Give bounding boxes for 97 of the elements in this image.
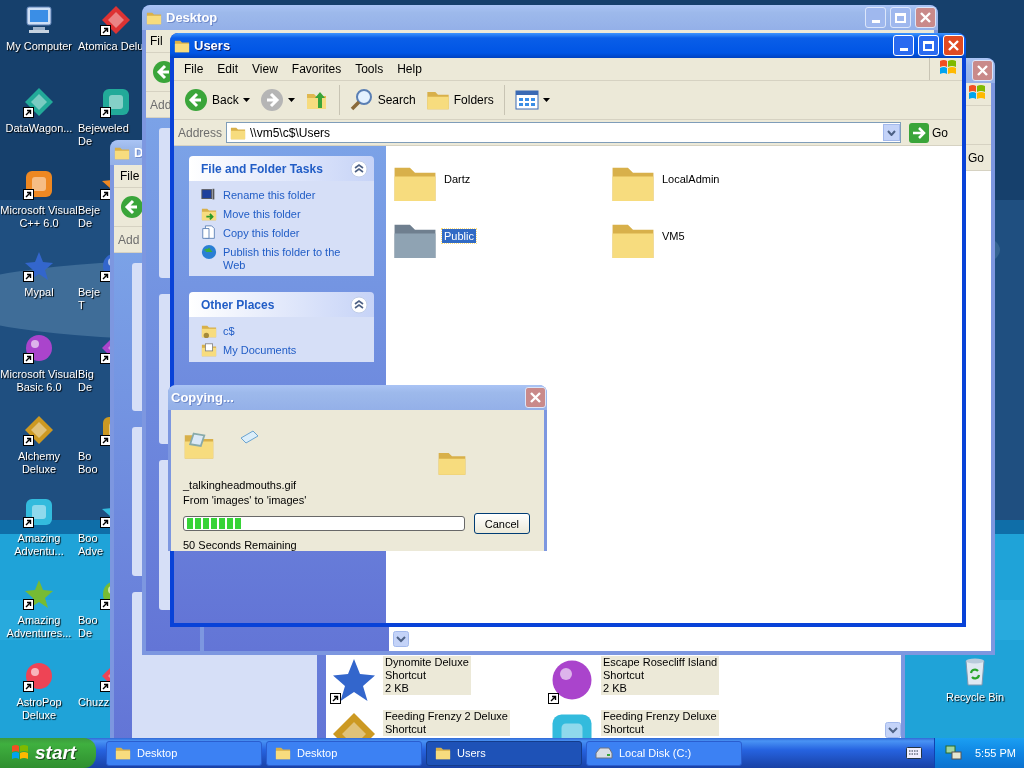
icon-label[interactable]: Bejeweled De: [78, 122, 129, 148]
folder-name[interactable]: Public: [442, 228, 476, 243]
app-icon: [23, 250, 55, 282]
menu-item[interactable]: View: [245, 62, 285, 76]
taskbar-button[interactable]: Desktop: [266, 740, 422, 766]
app-icon: [23, 578, 55, 610]
keyboard-icon[interactable]: [906, 747, 922, 759]
address-label: Address: [178, 125, 223, 140]
task-link[interactable]: Move this folder: [223, 206, 301, 221]
publish-icon: [201, 244, 217, 260]
copy-icon: [201, 225, 217, 241]
folder-icon: [435, 745, 451, 761]
move-icon: [201, 206, 217, 222]
close-icon: [977, 65, 988, 76]
close-icon: [948, 40, 959, 51]
drive-icon: [595, 747, 613, 759]
maximize-icon: [923, 40, 934, 51]
folder-name[interactable]: VM5: [660, 228, 687, 243]
panel-title: Other Places: [201, 297, 275, 312]
folder-icon: [275, 745, 291, 761]
back-icon: [120, 195, 144, 219]
taskbar-button[interactable]: Desktop: [106, 740, 262, 766]
views-icon: [514, 90, 539, 110]
icon-label[interactable]: Mypal: [24, 286, 54, 299]
folder-icon: [115, 745, 131, 761]
scroll-down-button[interactable]: [885, 722, 901, 738]
task-link[interactable]: Publish this folder to the Web: [223, 244, 363, 272]
cancel-button[interactable]: Cancel: [473, 513, 530, 534]
address-label: Add: [118, 232, 140, 247]
icon-label[interactable]: DataWagon...: [5, 122, 73, 135]
file-label[interactable]: Feeding Frenzy 2 Deluxe Shortcut: [383, 710, 510, 736]
menu-item[interactable]: Fil: [146, 34, 163, 48]
caret-icon: [542, 98, 550, 102]
caret-icon: [287, 98, 295, 102]
documents-icon: [201, 342, 217, 358]
close-icon: [530, 392, 541, 403]
document-icon: [239, 430, 259, 444]
computer-icon: [23, 4, 55, 36]
panel-title: File and Folder Tasks: [201, 161, 323, 176]
task-link[interactable]: Rename this folder: [223, 187, 316, 202]
dropdown-icon: [887, 129, 896, 136]
app-icon: [23, 332, 55, 364]
menu-item[interactable]: Help: [390, 62, 429, 76]
window-title: Users: [194, 38, 232, 53]
icon-label[interactable]: Microsoft Visual C++ 6.0: [0, 204, 78, 230]
icon-label[interactable]: Beje De: [78, 204, 101, 230]
close-button[interactable]: [972, 60, 993, 81]
menu-item[interactable]: Favorites: [284, 62, 349, 76]
file-name: _talkingheadmouths.gif: [183, 478, 298, 493]
panel-header[interactable]: Other Places: [189, 292, 374, 317]
taskbar-button[interactable]: Users: [426, 740, 582, 766]
search-icon: [349, 88, 374, 112]
app-icon: [23, 86, 55, 118]
app-icon: [23, 414, 55, 446]
taskbar-button[interactable]: Local Disk (C:): [586, 740, 742, 766]
scroll-down-button[interactable]: [393, 631, 409, 647]
window-title: Desktop: [166, 10, 219, 25]
back-button[interactable]: Back: [180, 86, 254, 114]
network-icon[interactable]: [945, 745, 963, 761]
minimize-icon: [899, 48, 908, 51]
address-field[interactable]: \\vm5\c$\Users: [226, 122, 901, 143]
share-icon: [201, 323, 217, 339]
icon-label[interactable]: Microsoft Visual Basic 6.0: [0, 368, 78, 394]
menu-item[interactable]: File: [177, 62, 211, 76]
copy-source-text: From 'images' to 'images': [183, 493, 308, 508]
menu-item[interactable]: Tools: [348, 62, 391, 76]
maximize-icon: [895, 12, 906, 23]
app-icon: [23, 660, 55, 692]
close-button[interactable]: [915, 7, 936, 28]
time-remaining: 50 Seconds Remaining: [183, 538, 298, 551]
icon-label[interactable]: My Computer: [6, 40, 72, 53]
menu-item[interactable]: Edit: [210, 62, 246, 76]
menu-item[interactable]: File: [114, 169, 140, 183]
minimize-icon: [871, 20, 880, 23]
app-icon: [100, 4, 132, 36]
folder-name[interactable]: LocalAdmin: [660, 171, 722, 186]
file-label[interactable]: Feeding Frenzy Deluxe Shortcut: [601, 710, 719, 736]
clock: 5:55 PM: [975, 747, 1016, 759]
go-button[interactable]: Go: [968, 150, 984, 165]
window-title: Copying...: [171, 390, 235, 405]
search-button[interactable]: Search: [345, 86, 420, 114]
icon-label[interactable]: Bo Boo: [78, 450, 98, 476]
caret-icon: [242, 98, 250, 102]
file-label[interactable]: Dynomite Deluxe Shortcut 2 KB: [383, 656, 471, 695]
close-icon: [920, 12, 931, 23]
file-label[interactable]: Escape Rosecliff Island Shortcut 2 KB: [601, 656, 720, 695]
icon-label[interactable]: Big De: [78, 368, 94, 394]
task-link[interactable]: My Documents: [223, 342, 297, 357]
task-link[interactable]: Copy this folder: [223, 225, 300, 240]
go-button[interactable]: Go: [905, 122, 958, 143]
folder-name[interactable]: Dartz: [442, 171, 473, 186]
close-button[interactable]: [525, 387, 546, 408]
panel-header[interactable]: File and Folder Tasks: [189, 156, 374, 181]
icon-label[interactable]: Alchemy Deluxe: [17, 450, 61, 476]
icon-label[interactable]: Beje T: [78, 286, 101, 312]
folders-button[interactable]: Folders: [421, 86, 498, 114]
task-link[interactable]: c$: [223, 323, 235, 338]
